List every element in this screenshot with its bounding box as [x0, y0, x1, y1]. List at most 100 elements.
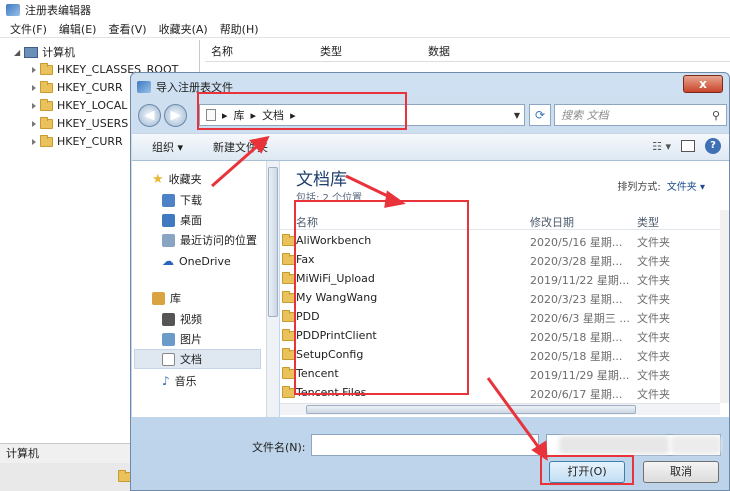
nav-favorites[interactable]: ★ 收藏夹	[152, 171, 202, 187]
filename-label: 文件名(N):	[252, 441, 306, 454]
refresh-icon: ⟳	[534, 108, 546, 122]
regedit-titlebar: 注册表编辑器	[0, 0, 730, 20]
back-button[interactable]: ◀	[138, 104, 161, 127]
filename-input[interactable]	[311, 434, 539, 456]
nav-onedrive[interactable]: ☁ OneDrive	[162, 254, 231, 268]
nav-downloads[interactable]: 下载	[162, 192, 202, 208]
file-date: 2020/5/16 星期...	[530, 236, 623, 249]
forward-arrow-icon: ▶	[170, 108, 181, 123]
file-date: 2019/11/22 星期...	[530, 274, 630, 287]
file-date: 2020/5/18 星期...	[530, 331, 623, 344]
nav-videos[interactable]: 视频	[162, 311, 202, 327]
tree-node-hklm[interactable]: HKEY_LOCAL	[32, 98, 127, 112]
regedit-app-icon	[137, 81, 151, 93]
file-type: 文件夹	[637, 369, 670, 382]
search-icon[interactable]: ⚲	[712, 109, 720, 122]
tree-node-computer[interactable]: ◢ 计算机	[14, 44, 75, 60]
folder-icon	[40, 116, 53, 129]
arrange-dropdown[interactable]: 文件夹 ▾	[667, 182, 705, 193]
column-date[interactable]: 修改日期	[530, 214, 574, 230]
blurred-region	[559, 436, 669, 454]
expand-arrow-icon[interactable]	[32, 120, 36, 127]
forward-button[interactable]: ▶	[164, 104, 187, 127]
annotation-box-address	[197, 92, 407, 130]
cancel-button[interactable]: 取消	[643, 461, 719, 483]
address-dropdown-icon[interactable]: ▼	[514, 111, 520, 120]
new-folder-button[interactable]: 新建文件夹	[213, 139, 268, 155]
desktop-icon	[162, 213, 175, 227]
nav-music[interactable]: ♪ 音乐	[162, 373, 197, 389]
nav-pictures[interactable]: 图片	[162, 331, 202, 347]
menu-view[interactable]: 查看(V)	[102, 21, 152, 37]
folder-icon	[40, 134, 53, 147]
collapse-arrow-icon[interactable]: ◢	[14, 48, 20, 57]
document-icon	[162, 352, 175, 366]
tree-node-hkcc[interactable]: HKEY_CURR	[32, 134, 123, 148]
cloud-icon: ☁	[162, 254, 174, 268]
file-type: 文件夹	[637, 331, 670, 344]
expand-arrow-icon[interactable]	[32, 138, 36, 145]
file-type: 文件夹	[637, 236, 670, 249]
downloads-icon	[162, 193, 175, 207]
back-arrow-icon: ◀	[144, 108, 155, 123]
dialog-toolbar: 组织 ▾ 新建文件夹 ☷ ▾ ?	[132, 133, 729, 161]
search-input[interactable]: 搜索 文档 ⚲	[554, 104, 727, 126]
preview-pane-icon[interactable]	[681, 140, 695, 152]
annotation-box-files	[294, 200, 469, 395]
regedit-menubar: 文件(F) 编辑(E) 查看(V) 收藏夹(A) 帮助(H)	[0, 20, 730, 38]
column-type[interactable]: 类型	[320, 43, 342, 59]
music-icon: ♪	[162, 374, 170, 388]
search-placeholder: 搜索 文档	[561, 109, 609, 122]
nav-desktop[interactable]: 桌面	[162, 212, 202, 228]
file-date: 2020/6/17 星期...	[530, 388, 623, 401]
picture-icon	[162, 332, 175, 346]
libraries-icon	[152, 291, 165, 305]
regedit-app-icon	[6, 4, 20, 16]
nav-recent[interactable]: 最近访问的位置	[162, 232, 257, 248]
expand-arrow-icon[interactable]	[32, 66, 36, 73]
file-type: 文件夹	[637, 255, 670, 268]
tree-node-hku[interactable]: HKEY_USERS	[32, 116, 128, 130]
file-type: 文件夹	[637, 388, 670, 401]
folder-icon	[40, 98, 53, 111]
scrollbar-thumb[interactable]	[268, 167, 278, 317]
file-date: 2020/3/28 星期...	[530, 255, 623, 268]
view-options-icon[interactable]: ☷ ▾	[652, 140, 671, 153]
scrollbar-thumb[interactable]	[306, 405, 636, 414]
nav-libraries[interactable]: 库	[152, 290, 181, 306]
tree-node-hkcu[interactable]: HKEY_CURR	[32, 80, 123, 94]
file-list-hscroll[interactable]	[280, 403, 720, 415]
organize-button[interactable]: 组织 ▾	[152, 139, 183, 155]
column-name[interactable]: 名称	[211, 43, 233, 59]
file-date: 2020/6/3 星期三 ...	[530, 312, 630, 325]
library-title: 文档库	[296, 170, 347, 190]
arrange-by: 排列方式: 文件夹 ▾	[617, 178, 705, 193]
file-date: 2020/3/23 星期...	[530, 293, 623, 306]
expand-arrow-icon[interactable]	[32, 84, 36, 91]
folder-icon	[40, 62, 53, 75]
column-type[interactable]: 类型	[637, 214, 659, 230]
blurred-region	[671, 436, 721, 454]
file-date: 2020/5/18 星期...	[530, 350, 623, 363]
file-type: 文件夹	[637, 274, 670, 287]
toolbar-right-group: ☷ ▾ ?	[652, 138, 721, 154]
navigation-scrollbar[interactable]	[266, 161, 279, 417]
refresh-button[interactable]: ⟳	[529, 104, 551, 126]
navigation-pane: ★ 收藏夹 下载 桌面 最近访问的位置 ☁ OneDrive 库 视频 图片 文…	[132, 161, 266, 417]
menu-help[interactable]: 帮助(H)	[214, 21, 265, 37]
help-icon[interactable]: ?	[705, 138, 721, 154]
menu-favorites[interactable]: 收藏夹(A)	[153, 21, 214, 37]
expand-arrow-icon[interactable]	[32, 102, 36, 109]
star-icon: ★	[152, 171, 164, 187]
file-type: 文件夹	[637, 350, 670, 363]
nav-documents[interactable]: 文档	[134, 349, 261, 369]
close-button[interactable]: x	[683, 75, 723, 93]
file-type: 文件夹	[637, 312, 670, 325]
menu-file[interactable]: 文件(F)	[4, 21, 53, 37]
arrange-label: 排列方式:	[617, 182, 661, 193]
column-data[interactable]: 数据	[428, 43, 450, 59]
menu-edit[interactable]: 编辑(E)	[53, 21, 103, 37]
computer-icon	[24, 46, 39, 58]
file-list-vscroll[interactable]	[720, 210, 729, 403]
video-icon	[162, 312, 175, 326]
